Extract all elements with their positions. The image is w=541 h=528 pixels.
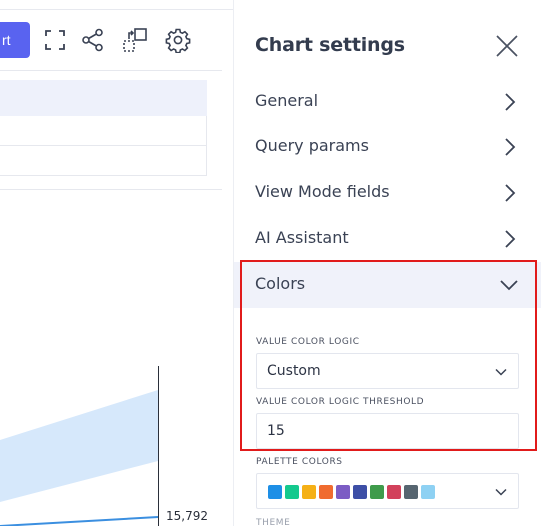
palette-swatch — [370, 485, 384, 499]
chart-settings-panel: Chart settings General Query params View… — [234, 0, 541, 526]
panel-title: Chart settings — [255, 34, 405, 56]
export-icon[interactable] — [122, 27, 148, 53]
palette-swatch — [404, 485, 418, 499]
palette-swatch — [421, 485, 435, 499]
section-label: Query params — [255, 136, 369, 155]
theme-label: THEME — [256, 518, 291, 528]
value-color-logic-select[interactable]: Custom — [256, 353, 519, 389]
gear-icon[interactable] — [165, 27, 191, 53]
chevron-down-icon — [498, 277, 520, 293]
section-colors[interactable]: Colors — [234, 262, 541, 308]
toolbar-divider — [0, 70, 222, 71]
table-row — [0, 146, 207, 176]
palette-swatch — [268, 485, 282, 499]
chevron-down-icon — [494, 487, 508, 497]
palette-colors-select[interactable] — [256, 473, 519, 509]
table-row — [0, 116, 207, 146]
section-label: AI Assistant — [255, 228, 349, 247]
section-label: Colors — [255, 274, 306, 293]
chart-plot — [0, 366, 159, 526]
palette-swatch — [353, 485, 367, 499]
fullscreen-icon[interactable] — [42, 27, 68, 53]
palette-swatch — [302, 485, 316, 499]
palette-swatch — [319, 485, 333, 499]
section-general[interactable]: General — [234, 79, 541, 125]
series-line — [0, 516, 159, 526]
section-ai-assistant[interactable]: AI Assistant — [234, 216, 541, 262]
section-label: View Mode fields — [255, 182, 390, 201]
chevron-right-icon — [502, 228, 518, 250]
palette-swatch — [387, 485, 401, 499]
chevron-down-icon — [494, 367, 508, 377]
table-header — [0, 80, 207, 116]
chevron-right-icon — [502, 136, 518, 158]
threshold-input[interactable]: 15 — [256, 413, 519, 449]
top-divider — [0, 9, 233, 10]
close-icon[interactable] — [494, 33, 520, 59]
section-label: General — [255, 91, 319, 110]
confidence-band — [0, 390, 158, 502]
section-query-params[interactable]: Query params — [234, 124, 541, 170]
palette-swatch — [285, 485, 299, 499]
palette-swatches — [268, 485, 435, 499]
data-label: 15,792 — [166, 509, 208, 523]
chevron-right-icon — [502, 91, 518, 113]
select-value: Custom — [267, 363, 321, 379]
palette-swatch — [336, 485, 350, 499]
share-icon[interactable] — [80, 27, 106, 53]
chart-area: rt 15,792 — [0, 0, 233, 526]
threshold-label: VALUE COLOR LOGIC THRESHOLD — [256, 397, 425, 407]
primary-button[interactable]: rt — [0, 22, 30, 58]
palette-colors-label: PALETTE COLORS — [256, 457, 343, 467]
value-color-logic-label: VALUE COLOR LOGIC — [256, 337, 360, 347]
input-value: 15 — [267, 423, 285, 439]
chevron-right-icon — [502, 182, 518, 204]
section-view-mode-fields[interactable]: View Mode fields — [234, 170, 541, 216]
